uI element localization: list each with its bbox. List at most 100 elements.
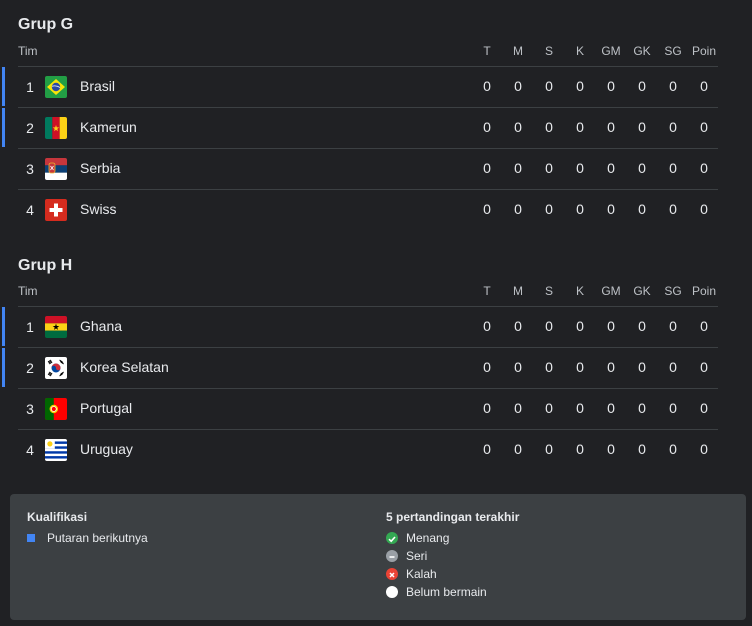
circle-icon xyxy=(386,586,398,598)
stat-lost: 0 xyxy=(576,160,584,176)
stat-goals-for: 0 xyxy=(607,318,615,334)
stat-played: 0 xyxy=(483,201,491,217)
stat-won: 0 xyxy=(514,160,522,176)
stat-draw: 0 xyxy=(545,119,553,135)
stat-lost: 0 xyxy=(576,201,584,217)
stat-draw: 0 xyxy=(545,160,553,176)
stat-won: 0 xyxy=(514,400,522,416)
table-row[interactable]: 1 Ghana 0 0 0 0 0 0 0 0 xyxy=(0,306,752,346)
draw-label: Seri xyxy=(406,549,428,563)
team-position: 2 xyxy=(26,120,34,136)
stat-played: 0 xyxy=(483,160,491,176)
stat-lost: 0 xyxy=(576,359,584,375)
qualification-indicator xyxy=(2,67,5,106)
row-divider xyxy=(18,429,718,430)
loss-label: Kalah xyxy=(406,567,437,581)
team-position: 1 xyxy=(26,319,34,335)
stat-draw: 0 xyxy=(545,441,553,457)
team-name[interactable]: Kamerun xyxy=(80,119,137,135)
stat-goals-for: 0 xyxy=(607,201,615,217)
stat-goals-against: 0 xyxy=(638,400,646,416)
stat-goal-diff: 0 xyxy=(669,119,677,135)
row-divider xyxy=(18,148,718,149)
stat-draw: 0 xyxy=(545,359,553,375)
qualification-indicator xyxy=(2,307,5,346)
stat-points: 0 xyxy=(700,400,708,416)
ghana-flag-icon xyxy=(45,316,67,338)
switzerland-flag-icon xyxy=(45,199,67,221)
row-divider xyxy=(18,388,718,389)
team-name[interactable]: Ghana xyxy=(80,318,122,334)
stat-goal-diff: 0 xyxy=(669,359,677,375)
stat-goals-for: 0 xyxy=(607,359,615,375)
qualification-indicator xyxy=(2,348,5,387)
stat-goals-against: 0 xyxy=(638,441,646,457)
stat-won: 0 xyxy=(514,119,522,135)
stat-goals-for: 0 xyxy=(607,441,615,457)
team-position: 4 xyxy=(26,202,34,218)
stat-points: 0 xyxy=(700,359,708,375)
table-row[interactable]: 2 Korea Selatan 0 0 0 0 0 0 0 0 xyxy=(0,347,752,387)
stat-points: 0 xyxy=(700,441,708,457)
row-divider xyxy=(18,107,718,108)
stat-played: 0 xyxy=(483,359,491,375)
cameroon-flag-icon xyxy=(45,117,67,139)
team-column-header: Tim xyxy=(18,44,38,58)
stat-won: 0 xyxy=(514,201,522,217)
stat-won: 0 xyxy=(514,78,522,94)
stat-goals-against: 0 xyxy=(638,78,646,94)
team-position: 1 xyxy=(26,79,34,95)
stat-goals-for: 0 xyxy=(607,119,615,135)
next-round-marker xyxy=(27,534,35,542)
minus-icon xyxy=(386,550,398,562)
next-round-label: Putaran berikutnya xyxy=(47,531,148,545)
stat-goals-for: 0 xyxy=(607,78,615,94)
not-played-label: Belum bermain xyxy=(406,585,487,599)
close-icon xyxy=(386,568,398,580)
stat-played: 0 xyxy=(483,78,491,94)
stat-points: 0 xyxy=(700,119,708,135)
stat-goals-for: 0 xyxy=(607,160,615,176)
table-row[interactable]: 2 Kamerun 0 0 0 0 0 0 0 0 xyxy=(0,107,752,147)
uruguay-flag-icon xyxy=(45,439,67,461)
team-name[interactable]: Swiss xyxy=(80,201,117,217)
group-title: Grup G xyxy=(18,16,74,33)
stat-played: 0 xyxy=(483,441,491,457)
last5-title: 5 pertandingan terakhir xyxy=(386,510,520,524)
stat-lost: 0 xyxy=(576,400,584,416)
team-name[interactable]: Uruguay xyxy=(80,441,133,457)
team-position: 2 xyxy=(26,360,34,376)
check-icon xyxy=(386,532,398,544)
team-name[interactable]: Portugal xyxy=(80,400,132,416)
stat-points: 0 xyxy=(700,318,708,334)
team-column-header: Tim xyxy=(18,284,38,298)
stat-lost: 0 xyxy=(576,119,584,135)
win-label: Menang xyxy=(406,531,450,545)
table-header: Tim T M S K GM GK SG Poin xyxy=(0,284,752,302)
table-row[interactable]: 4 Uruguay 0 0 0 0 0 0 0 0 xyxy=(0,429,752,469)
stat-lost: 0 xyxy=(576,441,584,457)
team-name[interactable]: Brasil xyxy=(80,78,115,94)
stat-goals-against: 0 xyxy=(638,160,646,176)
stat-points: 0 xyxy=(700,78,708,94)
table-row[interactable]: 3 Portugal 0 0 0 0 0 0 0 0 xyxy=(0,388,752,428)
group-title: Grup H xyxy=(18,257,73,274)
stat-goals-against: 0 xyxy=(638,201,646,217)
stat-won: 0 xyxy=(514,359,522,375)
table-row[interactable]: 4 Swiss 0 0 0 0 0 0 0 0 xyxy=(0,189,752,229)
team-name[interactable]: Korea Selatan xyxy=(80,359,169,375)
table-row[interactable]: 3 Serbia 0 0 0 0 0 0 0 0 xyxy=(0,148,752,188)
legend-panel: Kualifikasi Putaran berikutnya 5 pertand… xyxy=(10,494,746,620)
team-position: 3 xyxy=(26,401,34,417)
table-header: Tim T M S K GM GK SG Poin xyxy=(0,44,752,62)
south-korea-flag-icon xyxy=(45,357,67,379)
table-row[interactable]: 1 Brasil 0 0 0 0 0 0 0 0 xyxy=(0,66,752,106)
stat-played: 0 xyxy=(483,119,491,135)
stat-goal-diff: 0 xyxy=(669,201,677,217)
brazil-flag-icon xyxy=(45,76,67,98)
stat-goals-for: 0 xyxy=(607,400,615,416)
qualification-title: Kualifikasi xyxy=(27,510,88,524)
stat-goal-diff: 0 xyxy=(669,441,677,457)
team-name[interactable]: Serbia xyxy=(80,160,120,176)
col-header-poin: Poin xyxy=(691,44,717,58)
